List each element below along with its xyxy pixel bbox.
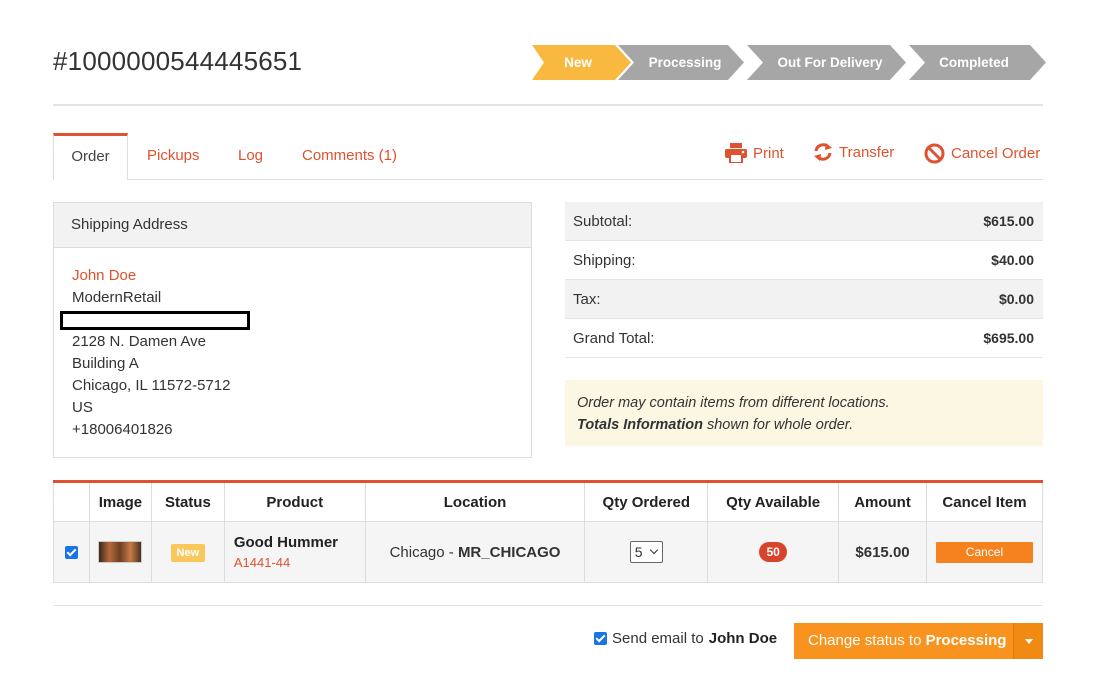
- table-row: New Good Hummer A1441-44 Chicago - MR_CH…: [53, 521, 1044, 583]
- status-progress: New Processing Out For Delivery Complete…: [532, 45, 1046, 80]
- shipping-country: US: [72, 399, 93, 416]
- cancel-order-button[interactable]: Cancel Order: [924, 143, 1040, 164]
- tax-value: $0.00: [998, 291, 1034, 307]
- subtotal-value: $615.00: [983, 213, 1034, 229]
- header-divider: [53, 104, 1043, 106]
- row-cancel-cell: Cancel: [925, 521, 1044, 583]
- step-processing-label: Processing: [648, 55, 722, 70]
- row-image-cell: [88, 521, 152, 583]
- order-number: #1000000544445651: [53, 46, 303, 76]
- print-label: Print: [753, 144, 784, 162]
- cancel-order-label: Cancel Order: [951, 145, 1041, 162]
- transfer-button[interactable]: Transfer: [813, 143, 894, 161]
- product-name: Good Hummer: [233, 534, 339, 551]
- header-location: Location: [364, 481, 585, 522]
- header-qty-available: Qty Available: [707, 481, 839, 522]
- row-qty-available-cell: 50: [707, 521, 839, 583]
- row-status-cell: New: [150, 521, 225, 583]
- tab-log[interactable]: Log: [238, 147, 263, 164]
- tax-label: Tax:: [573, 290, 601, 308]
- header-status: Status: [150, 481, 225, 522]
- change-status-main[interactable]: Change status to Processing: [794, 623, 1013, 659]
- totals-row-tax: Tax: $0.00: [565, 280, 1043, 319]
- note-rest: shown for whole order.: [702, 417, 854, 433]
- chevron-down-icon[interactable]: [1013, 623, 1043, 659]
- shipping-address-panel: Shipping Address John Doe ModernRetail 2…: [53, 202, 532, 458]
- totals-row-subtotal: Subtotal: $615.00: [565, 202, 1043, 241]
- product-sku-link[interactable]: A1441-44: [225, 555, 365, 570]
- shipping-company: ModernRetail: [72, 289, 162, 306]
- shipping-address-heading: Shipping Address: [54, 203, 531, 248]
- step-out-for-delivery-label: Out For Delivery: [777, 55, 883, 70]
- header-qty-ordered: Qty Ordered: [584, 481, 708, 522]
- grand-total-label: Grand Total:: [573, 329, 655, 347]
- qty-ordered-select[interactable]: 5: [629, 541, 663, 563]
- change-status-prefix: Change status to: [808, 632, 926, 649]
- transfer-icon: [814, 143, 832, 161]
- tabs-underline: [53, 179, 1043, 180]
- shipping-street: 2128 N. Damen Ave: [72, 333, 206, 350]
- step-new-label: New: [564, 55, 592, 70]
- subtotal-label: Subtotal:: [573, 212, 633, 230]
- printer-icon: [725, 143, 747, 163]
- shipping-name[interactable]: John Doe: [72, 267, 136, 284]
- header-product: Product: [223, 481, 366, 522]
- row-select-cell: [53, 521, 90, 583]
- order-totals: Subtotal: $615.00 Shipping: $40.00 Tax: …: [565, 202, 1043, 358]
- cancel-item-button[interactable]: Cancel: [935, 541, 1033, 563]
- transfer-label: Transfer: [839, 143, 895, 161]
- note-line-2: Totals Information shown for whole order…: [577, 414, 1043, 436]
- order-items-table: Image Status Product Location Qty Ordere…: [53, 480, 1044, 583]
- header-image: Image: [88, 481, 152, 522]
- shipping-city: Chicago, IL 11572-5712: [72, 377, 231, 394]
- send-email-checkbox[interactable]: [594, 632, 607, 645]
- row-product-cell: Good Hummer A1441-44: [223, 521, 366, 583]
- header-select: [53, 481, 90, 522]
- totals-row-shipping: Shipping: $40.00: [565, 241, 1043, 280]
- row-checkbox[interactable]: [64, 546, 78, 560]
- note-line-1: Order may contain items from different l…: [577, 395, 890, 411]
- note-bold: Totals Information: [577, 417, 703, 433]
- tab-pickups[interactable]: Pickups: [147, 147, 200, 164]
- send-email-option[interactable]: Send email to John Doe: [594, 630, 777, 647]
- change-status-button[interactable]: Change status to Processing: [794, 623, 1043, 659]
- header-amount: Amount: [838, 481, 927, 522]
- row-qty-ordered-cell: 5: [584, 521, 708, 583]
- tab-order[interactable]: Order: [53, 133, 128, 180]
- print-button[interactable]: Print: [725, 143, 784, 163]
- tab-comments[interactable]: Comments (1): [302, 147, 397, 164]
- send-email-name: John Doe: [708, 630, 778, 647]
- item-amount: $615.00: [855, 543, 910, 561]
- step-completed-label: Completed: [939, 55, 1009, 70]
- totals-row-grand-total: Grand Total: $695.00: [565, 319, 1043, 358]
- footer-divider: [53, 605, 1043, 606]
- location-city: Chicago -: [389, 543, 458, 561]
- row-location-cell: Chicago - MR_CHICAGO: [364, 521, 585, 583]
- order-info-note: Order may contain items from different l…: [565, 380, 1043, 446]
- shipping-label: Shipping:: [573, 251, 636, 269]
- send-email-label: Send email to: [612, 630, 704, 647]
- status-badge: New: [170, 543, 206, 562]
- redacted-line: [60, 311, 250, 330]
- table-header-row: Image Status Product Location Qty Ordere…: [53, 481, 1044, 522]
- row-amount-cell: $615.00: [838, 521, 927, 583]
- qty-available-badge: 50: [759, 542, 787, 562]
- shipping-phone: +18006401826: [72, 421, 173, 438]
- change-status-target: Processing: [925, 632, 1007, 649]
- shipping-value: $40.00: [991, 252, 1034, 268]
- grand-total-value: $695.00: [983, 330, 1034, 346]
- ban-icon: [924, 143, 945, 164]
- location-code: MR_CHICAGO: [457, 543, 561, 561]
- shipping-building: Building A: [72, 355, 139, 372]
- header-cancel-item: Cancel Item: [925, 481, 1044, 522]
- product-thumbnail[interactable]: [98, 541, 143, 563]
